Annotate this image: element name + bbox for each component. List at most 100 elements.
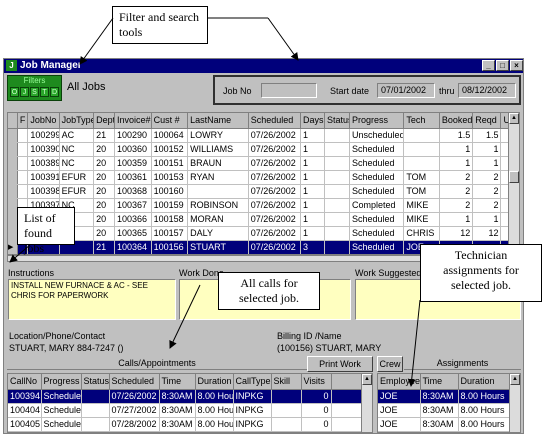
title-bar: J Job Manager _ □ × — [4, 59, 523, 73]
job-cell: 1 — [439, 142, 474, 157]
calls-col-header[interactable]: CallNo — [8, 374, 42, 390]
job-cell: 1 — [300, 212, 325, 227]
job-row[interactable]: 100398 EFUR 20 100368 100160 07/26/2002 1 Sched… — [8, 184, 511, 199]
jobs-col-header[interactable]: Days — [300, 113, 325, 129]
jobs-col-header[interactable]: Tech — [403, 113, 440, 129]
call-cell: 100405 — [8, 417, 42, 432]
job-cell: 100367 — [114, 198, 152, 213]
call-cell: 0 — [301, 403, 332, 418]
call-row[interactable]: 100405Scheduled 07/28/20028:30AM8.00 Hour… — [8, 417, 362, 432]
calls-col-header[interactable]: Status — [81, 374, 110, 390]
job-cell — [403, 142, 440, 157]
instructions-memo[interactable]: INSTALL NEW FURNACE & AC - SEE CHRIS FOR… — [8, 279, 176, 320]
start-date-field[interactable]: 07/01/2002 — [377, 83, 435, 98]
call-row[interactable]: 100394Scheduled 07/26/20028:30AM8.00 Hour… — [8, 389, 362, 404]
call-row[interactable]: 100404Scheduled 07/27/20028:30AM8.00 Hour… — [8, 403, 362, 418]
calls-col-header[interactable]: Visits — [301, 374, 332, 390]
job-cell: BRAUN — [187, 156, 249, 171]
assign-col-header[interactable]: Duration — [458, 374, 510, 390]
assignments-vscrollbar[interactable]: ▲ — [509, 374, 520, 432]
assignment-row[interactable]: JOE 8:30AM 8.00 Hours — [378, 417, 510, 432]
calls-col-header[interactable]: CallType — [233, 374, 272, 390]
jobs-col-header[interactable]: Progress — [349, 113, 405, 129]
jobs-col-header[interactable]: Invoice# — [114, 113, 152, 129]
calls-col-header[interactable]: Scheduled — [109, 374, 160, 390]
calls-scroll-up-icon[interactable]: ▲ — [362, 374, 372, 385]
job-cell: 100389 — [27, 156, 60, 171]
jobs-col-header[interactable]: F — [17, 113, 29, 129]
scroll-thumb[interactable] — [509, 171, 519, 183]
jobs-col-header[interactable]: Scheduled — [248, 113, 301, 129]
jobs-vscrollbar[interactable]: ▲ — [508, 113, 519, 254]
jobs-col-header[interactable]: Reqd — [472, 113, 502, 129]
minimize-button[interactable]: _ — [482, 60, 495, 71]
job-cell: 1 — [300, 198, 325, 213]
job-row[interactable]: 100389 NC 20 100359 100151 BRAUN 07/26/2002 1 Sc… — [8, 156, 511, 171]
job-cell: EFUR — [59, 170, 95, 185]
jobs-table: F JobNo JobType Dept Invoice# Cust # LastName S… — [8, 113, 511, 254]
calls-col-header[interactable]: Skill — [271, 374, 302, 390]
job-cell — [324, 240, 351, 254]
row-indicator — [8, 184, 18, 199]
call-cell: 0 — [301, 389, 332, 404]
jobs-col-header[interactable]: Dept — [93, 113, 116, 129]
jobs-col-header[interactable]: Cust # — [151, 113, 189, 129]
close-button[interactable]: × — [510, 60, 523, 71]
current-filter-label: All Jobs — [67, 81, 106, 93]
job-cell: DALY — [187, 226, 249, 241]
call-cell — [271, 403, 302, 418]
job-row[interactable]: 100299 AC 21 100290 100064 LOWRY 07/26/2002 1 Un… — [8, 128, 511, 143]
job-row[interactable]: 100391 EFUR 20 100361 100153 RYAN 07/26/2002 1 S… — [8, 170, 511, 185]
job-row[interactable]: 100397 NC 20 100367 100159 ROBINSON 07/26/2002… — [8, 198, 511, 213]
jobs-col-header[interactable]: LastName — [187, 113, 249, 129]
print-work-order-button[interactable]: Print Work Order — [307, 356, 373, 383]
row-header-corner — [8, 113, 18, 129]
scroll-up-icon[interactable]: ▲ — [509, 113, 519, 124]
assign-cell: 8:30AM — [420, 417, 459, 432]
job-row[interactable]: NC20100366100158MORAN07/26/20021Schedule… — [8, 212, 511, 227]
call-cell: 8.00 Hour — [195, 417, 234, 432]
calls-col-header[interactable]: Time — [159, 374, 196, 390]
job-cell: 21 — [93, 128, 116, 143]
assign-scroll-up-icon[interactable]: ▲ — [510, 374, 520, 385]
jobno-field[interactable] — [261, 83, 317, 98]
assignment-row[interactable]: JOE 8:30AM 8.00 Hours — [378, 389, 510, 404]
job-cell: ROBINSON — [187, 198, 249, 213]
crew-button[interactable]: Crew — [377, 356, 403, 372]
job-cell: 1 — [439, 156, 474, 171]
job-row[interactable]: 100390 NC 20 100360 100152 WILLIAMS 07/26/2002… — [8, 142, 511, 157]
calls-vscrollbar[interactable]: ▲ — [361, 374, 372, 432]
calls-col-filler — [331, 374, 362, 390]
assign-cell: 8:30AM — [420, 389, 459, 404]
job-row[interactable]: 20 100365 100157 DALY 07/26/2002 1 Scheduled CH… — [8, 226, 511, 241]
jobs-col-header[interactable]: JobType — [59, 113, 95, 129]
row-indicator — [8, 128, 18, 143]
calls-col-header[interactable]: Progress — [41, 374, 82, 390]
call-cell: Scheduled — [41, 389, 82, 404]
row-indicator — [8, 226, 18, 241]
jobs-col-header[interactable]: JobNo — [27, 113, 60, 129]
filter-button-s[interactable]: S — [30, 87, 39, 97]
filter-button-j[interactable]: J — [20, 87, 29, 97]
assign-col-header[interactable]: Employee — [378, 374, 421, 390]
job-cell: MIKE — [403, 212, 440, 227]
thru-date-field[interactable]: 08/12/2002 — [458, 83, 516, 98]
job-cell: 07/26/2002 — [248, 142, 301, 157]
call-cell: 100394 — [8, 389, 42, 404]
job-cell: 07/26/2002 — [248, 184, 301, 199]
job-cell — [403, 156, 440, 171]
maximize-button[interactable]: □ — [496, 60, 509, 71]
filter-button-t[interactable]: T — [40, 87, 49, 97]
job-cell — [324, 156, 351, 171]
assignment-row[interactable]: JOE 8:30AM 8.00 Hours — [378, 403, 510, 418]
job-cell: 2 — [472, 170, 502, 185]
thru-label: thru — [439, 86, 455, 96]
jobs-col-header[interactable]: Status — [324, 113, 351, 129]
filter-button-o[interactable]: O — [10, 87, 19, 97]
filter-button-d[interactable]: D — [50, 87, 59, 97]
job-cell — [324, 128, 351, 143]
job-cell — [324, 170, 351, 185]
assign-col-header[interactable]: Time — [420, 374, 459, 390]
calls-col-header[interactable]: Duration — [195, 374, 234, 390]
jobs-col-header[interactable]: Booked — [439, 113, 474, 129]
